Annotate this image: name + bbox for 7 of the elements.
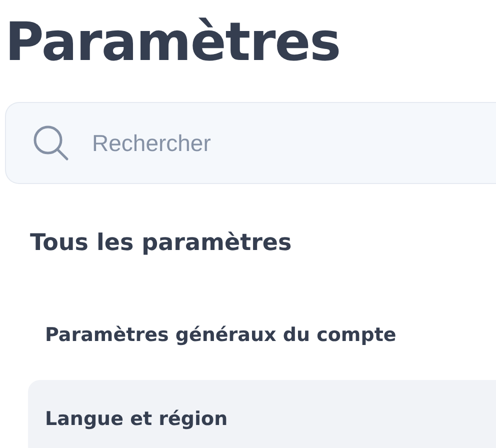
section-heading: Tous les paramètres [30, 230, 293, 256]
page-title: Paramètres [5, 10, 342, 74]
settings-menu-item[interactable]: Langue et région [28, 380, 496, 448]
search-input[interactable]: Rechercher [90, 128, 496, 158]
settings-menu-item[interactable]: Paramètres généraux du compte [28, 296, 496, 374]
search-bar[interactable]: Rechercher [5, 102, 496, 184]
search-icon [32, 124, 70, 162]
